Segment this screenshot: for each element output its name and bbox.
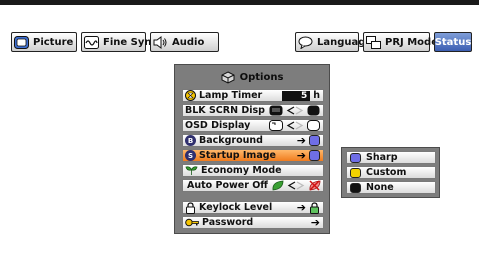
tab-picture-label: Picture — [33, 36, 74, 48]
startup-image-option-icon — [309, 150, 320, 161]
arrow-right-icon: ➔ — [296, 134, 306, 147]
tab-prj-mode[interactable]: PRJ Mode — [363, 32, 438, 52]
osd-off-icon — [307, 120, 320, 131]
leaf-off-icon — [309, 180, 321, 191]
password-label: Password — [202, 217, 254, 228]
wave-icon — [84, 35, 99, 49]
menu-item-background[interactable]: B Background ➔ — [182, 134, 324, 147]
picture-icon — [14, 35, 29, 49]
lamp-timer-value: 5 — [282, 90, 311, 101]
toggle-arrows-icon — [286, 121, 304, 130]
submenu-item-none[interactable]: None — [346, 181, 436, 194]
leaf-on-icon — [272, 180, 284, 191]
arrow-right-icon: ➔ — [296, 149, 306, 162]
speaker-icon — [153, 35, 168, 49]
custom-label: Custom — [366, 167, 407, 178]
tab-picture[interactable]: Picture — [11, 32, 77, 52]
menu-title: Options — [175, 69, 329, 85]
menu-item-password[interactable]: Password ➔ — [182, 216, 324, 229]
sharp-color-icon — [350, 152, 361, 163]
osd-on-icon — [269, 120, 283, 131]
none-label: None — [366, 182, 394, 193]
menu-title-label: Options — [239, 71, 284, 83]
submenu-item-custom[interactable]: Custom — [346, 166, 436, 179]
lock-icon — [186, 201, 195, 214]
S-badge-icon: S — [185, 150, 196, 161]
lamp-timer-label: Lamp Timer — [199, 90, 263, 101]
hourglass-icon — [185, 90, 196, 101]
arrow-right-icon: ➔ — [310, 216, 320, 229]
tab-prj-mode-label: PRJ Mode — [385, 36, 438, 48]
black-screen-icon — [307, 105, 320, 116]
projector-mode-icon — [366, 35, 381, 49]
background-option-icon — [309, 135, 320, 146]
tab-status[interactable]: Status — [434, 32, 472, 52]
custom-color-icon — [350, 167, 361, 178]
background-label: Background — [199, 135, 263, 146]
menu-item-lamp-timer[interactable]: Lamp Timer 5 h — [182, 89, 324, 102]
menu-item-blk-scrn-disp[interactable]: BLK SCRN Disp — [182, 104, 324, 117]
leaf-icon — [185, 166, 198, 175]
menu-item-keylock-level[interactable]: Keylock Level ➔ — [182, 201, 324, 214]
tab-audio[interactable]: Audio — [150, 32, 219, 52]
toggle-arrows-icon — [287, 181, 305, 190]
tab-fine-sync[interactable]: Fine Sync — [81, 32, 157, 52]
tab-status-label: Status — [434, 36, 472, 48]
arrow-right-icon: ➔ — [296, 201, 306, 214]
B-badge-icon: B — [185, 135, 196, 146]
blk-scrn-disp-label: BLK SCRN Disp — [185, 105, 265, 116]
top-border-line — [0, 0, 479, 5]
lock-green-icon — [310, 201, 319, 214]
key-icon — [185, 218, 199, 227]
none-color-icon — [350, 182, 361, 193]
speech-bubble-icon — [298, 36, 313, 50]
startup-image-label: Startup Image — [199, 150, 276, 161]
sharp-label: Sharp — [366, 152, 398, 163]
options-menu: Options Lamp Timer 5 h BLK SCRN Disp OSD… — [174, 64, 330, 234]
tab-audio-label: Audio — [172, 36, 205, 48]
startup-image-submenu: Sharp Custom None — [341, 147, 440, 198]
menu-item-startup-image[interactable]: S Startup Image ➔ — [182, 149, 324, 162]
lamp-timer-unit: h — [313, 90, 320, 101]
options-cube-icon — [221, 70, 235, 84]
monitor-off-icon — [269, 105, 283, 116]
auto-power-off-label: Auto Power Off — [187, 180, 268, 191]
tab-language[interactable]: Language — [295, 32, 372, 52]
menu-item-economy-mode[interactable]: Economy Mode — [182, 164, 324, 177]
toggle-arrows-icon — [286, 106, 304, 115]
keylock-level-label: Keylock Level — [199, 202, 273, 213]
osd-display-label: OSD Display — [185, 120, 251, 131]
menu-item-auto-power-off[interactable]: Auto Power Off — [182, 179, 324, 192]
economy-mode-label: Economy Mode — [201, 165, 282, 176]
menu-item-osd-display[interactable]: OSD Display — [182, 119, 324, 132]
submenu-item-sharp[interactable]: Sharp — [346, 151, 436, 164]
